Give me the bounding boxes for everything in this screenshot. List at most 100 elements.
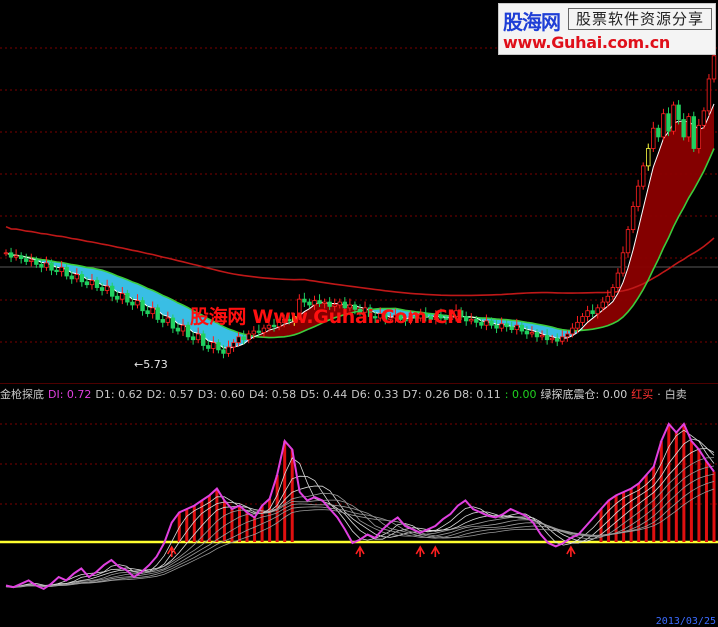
candle-body-32: [165, 317, 171, 323]
logo-tagline: 股票软件资源分享: [568, 8, 712, 30]
candle-body-5: [29, 259, 34, 262]
candle-127: [646, 143, 651, 171]
watermark-text: 股海网 Www.Guhai.Com.CN: [190, 306, 463, 328]
candle-body-135: [686, 116, 691, 138]
candle-body-100: [509, 326, 514, 330]
candle-body-97: [494, 324, 499, 329]
candle-body-139: [706, 78, 712, 112]
candle-body-116: [590, 310, 595, 315]
candle-body-34: [175, 327, 181, 332]
candle-body-20: [104, 285, 110, 291]
buy-arrow-4: [566, 545, 576, 557]
candle-122: [620, 246, 626, 277]
candle-92: [469, 313, 474, 325]
candle-body-140: [711, 55, 717, 80]
buy-arrows: [167, 545, 576, 557]
candle-body-95: [484, 320, 489, 326]
buy-bar-83: [629, 488, 633, 542]
candle-body-103: [524, 330, 530, 335]
candle-body-99: [504, 323, 509, 328]
candle-body-38: [195, 333, 201, 341]
candle-body-31: [160, 319, 165, 323]
candle-body-114: [580, 316, 585, 323]
candle-body-137: [696, 124, 702, 149]
candle-1: [8, 247, 14, 263]
candle-138: [701, 107, 707, 129]
candle-body-11: [59, 266, 64, 273]
candle-body-50: [256, 330, 262, 333]
candle-body-117: [595, 307, 600, 315]
candle-body-96: [489, 320, 494, 326]
stock-chart-window: 股海网 股票软件资源分享 www.Guhai.com.cn 股海网 Www.Gu…: [0, 0, 718, 627]
candle-123: [625, 226, 631, 258]
candle-0: [3, 249, 9, 257]
buy-bars: [177, 424, 716, 542]
guhai-logo[interactable]: 股海网 股票软件资源分享 www.Guhai.com.cn: [498, 3, 716, 55]
candle-91: [463, 311, 469, 326]
buy-bar-93: [704, 461, 708, 542]
buy-bar-33: [253, 517, 257, 542]
candle-body-41: [211, 342, 216, 349]
candle-body-3: [18, 255, 24, 259]
candle-body-8: [44, 262, 49, 268]
candle-body-118: [600, 301, 605, 309]
buy-bar-89: [674, 432, 678, 542]
candle-body-40: [206, 345, 211, 349]
candle-body-47: [241, 336, 246, 341]
candle-37: [190, 331, 196, 345]
candle-120: [610, 284, 616, 300]
candle-body-110: [560, 336, 565, 342]
indicator-chart[interactable]: [0, 384, 718, 627]
candle-body-113: [575, 321, 580, 329]
candle-121: [615, 268, 621, 293]
d7-line: [5, 481, 715, 588]
candle-40: [206, 340, 211, 352]
candle-body-125: [635, 185, 641, 207]
candle-132: [671, 101, 676, 135]
candle-8: [44, 256, 49, 271]
candle-139: [706, 74, 712, 116]
logo-brand: 股海网: [503, 10, 561, 34]
candle-body-39: [201, 333, 206, 346]
candle-body-126: [641, 165, 646, 187]
candle-body-49: [251, 330, 256, 335]
candle-body-18: [94, 279, 100, 288]
candle-body-133: [676, 104, 681, 120]
candle-body-44: [226, 346, 231, 354]
candle-body-4: [24, 258, 29, 262]
candle-body-98: [499, 323, 504, 329]
candle-body-131: [666, 113, 671, 132]
candle-body-104: [529, 332, 535, 335]
candle-31: [160, 314, 165, 328]
candle-body-94: [479, 321, 484, 326]
candle-body-35: [180, 324, 186, 332]
candle-95: [484, 314, 489, 331]
candle-body-17: [89, 279, 95, 286]
candle-126: [641, 162, 646, 190]
candle-body-93: [474, 319, 479, 323]
candle-body-30: [155, 307, 160, 320]
buy-bar-31: [237, 505, 241, 542]
low-price-label: ←5.73: [134, 358, 168, 371]
candle-body-92: [469, 319, 474, 322]
candle-116: [590, 304, 595, 318]
candle-4: [24, 253, 29, 265]
candle-body-26: [135, 300, 140, 306]
candle-body-127: [646, 148, 651, 167]
candle-body-112: [570, 327, 575, 335]
candle-body-106: [539, 334, 545, 338]
logo-url: www.Guhai.com.cn: [503, 33, 670, 52]
candle-body-115: [585, 310, 590, 317]
candle-130: [661, 108, 666, 141]
candle-body-45: [231, 342, 236, 348]
candle-body-109: [555, 337, 560, 342]
candle-body-134: [681, 119, 686, 138]
candle-115: [585, 305, 590, 322]
candle-body-46: [236, 336, 241, 344]
candle-body-33: [170, 317, 176, 329]
candle-body-123: [625, 229, 631, 254]
candle-124: [630, 201, 636, 234]
candle-body-101: [514, 324, 519, 330]
candle-body-28: [145, 310, 150, 315]
candle-body-1: [8, 252, 14, 258]
